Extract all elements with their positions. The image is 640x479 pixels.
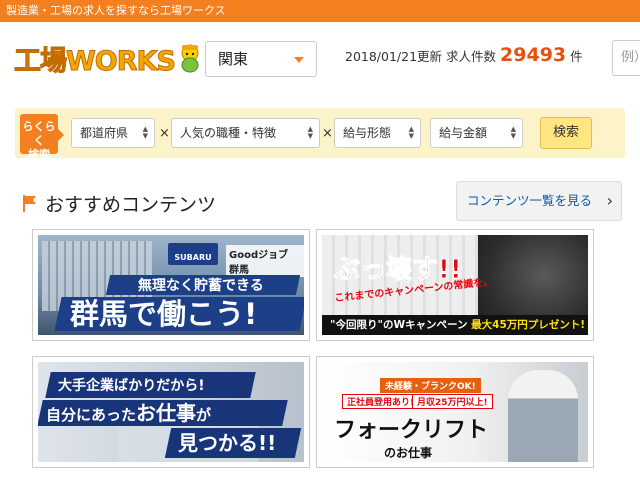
brand-name: SUBARU: [174, 253, 212, 262]
content-card-campaign[interactable]: ぶっ壊す!! これまでのキャンペーンの常識を。 "今回限り"のWキャンペーン 最…: [316, 229, 594, 341]
site-logo[interactable]: 工場WORKS: [14, 40, 203, 77]
banner-line1: 無理なく貯蓄できる: [138, 278, 264, 294]
flag-icon: [23, 195, 36, 212]
updated-date: 2018/01/21更新: [345, 49, 443, 64]
banner-line2: 自分にあったお仕事が: [46, 400, 211, 428]
times-sign: ×: [159, 126, 170, 141]
region-select[interactable]: 関東: [205, 41, 317, 77]
banner-tag: 正社員登用あり!: [342, 394, 420, 409]
subaru-logo: SUBARU: [168, 243, 218, 265]
banner-tag: 未経験・ブランクOK!: [380, 378, 481, 393]
site-tagline-bar: 製造業・工場の求人を探すなら工場ワークス: [0, 0, 640, 22]
worker-photo: [508, 370, 578, 462]
job-count: 29493: [500, 44, 567, 66]
salary-type-select-label: 給与形態: [343, 126, 392, 140]
updown-icon: ▲ ▼: [142, 125, 148, 140]
banner-image: 未経験・ブランクOK! 正社員登用あり! 月収25万円以上! フォークリフト の…: [322, 362, 588, 462]
keyword-search-placeholder: 例）: [621, 50, 640, 65]
updown-icon: ▲ ▼: [307, 125, 313, 140]
banner-bar-text: "今回限り"のWキャンペーン 最大45万円プレゼント!: [330, 317, 585, 332]
content-card-large-company[interactable]: 大手企業ばかりだから! 自分にあったお仕事が 見つかる!!: [32, 356, 310, 468]
banner-line2-c: が: [196, 406, 212, 424]
salary-amount-select[interactable]: 給与金額 ▲ ▼: [430, 118, 523, 148]
salary-amount-select-label: 給与金額: [439, 126, 488, 140]
prefecture-select-label: 都道府県: [80, 126, 129, 140]
banner-line2: のお仕事: [384, 446, 433, 460]
section-title-text: おすすめコンテンツ: [45, 194, 217, 216]
banner-line3: 見つかる!!: [178, 431, 277, 455]
easy-search-label-line1: らくらく: [22, 120, 56, 147]
easy-search-label-line2: 検索: [28, 148, 50, 161]
banner-tag: Goodジョブ 群馬: [226, 245, 304, 277]
banner-tag: 月収25万円以上!: [412, 394, 493, 409]
section-title: おすすめコンテンツ: [23, 190, 216, 217]
chevron-down-icon: [294, 57, 304, 63]
banner-bar-text-b: 最大45万円プレゼント!: [471, 319, 586, 331]
salary-type-select[interactable]: 給与形態 ▲ ▼: [334, 118, 421, 148]
banner-line1: フォークリフト: [334, 418, 489, 443]
banner-image: ぶっ壊す!! これまでのキャンペーンの常識を。 "今回限り"のWキャンペーン 最…: [322, 235, 588, 335]
region-value: 関東: [218, 50, 249, 68]
all-contents-label: コンテンツ一覧を見る: [467, 193, 593, 208]
easy-search-label: らくらく 検索: [20, 114, 64, 161]
banner-image: 大手企業ばかりだから! 自分にあったお仕事が 見つかる!!: [38, 362, 304, 462]
job-stats: 2018/01/21更新 求人件数 29493 件: [345, 44, 583, 66]
banner-line2-a: 自分にあった: [46, 406, 137, 424]
site-tagline: 製造業・工場の求人を探すなら工場ワークス: [6, 4, 226, 17]
times-sign: ×: [322, 126, 333, 141]
prefecture-select[interactable]: 都道府県 ▲ ▼: [71, 118, 155, 148]
all-contents-button[interactable]: コンテンツ一覧を見る ›: [456, 181, 622, 221]
logo-text: 工場WORKS: [14, 45, 177, 77]
keyword-search-input[interactable]: 例）: [612, 40, 640, 76]
search-button[interactable]: 検索: [540, 117, 592, 149]
banner-image: SUBARU Goodジョブ 群馬 無理なく貯蓄できる 群馬で働こう!: [38, 235, 304, 335]
updown-icon: ▲ ▼: [510, 125, 516, 140]
updown-icon: ▲ ▼: [408, 125, 414, 140]
job-type-select[interactable]: 人気の職種・特徴 ▲ ▼: [171, 118, 320, 148]
banner-line2-b: お仕事: [136, 401, 197, 425]
job-type-select-label: 人気の職種・特徴: [180, 126, 277, 140]
content-card-gunma[interactable]: SUBARU Goodジョブ 群馬 無理なく貯蓄できる 群馬で働こう!: [32, 229, 310, 341]
job-count-label: 求人件数: [446, 49, 497, 64]
banner-bar-text-a: "今回限り"のWキャンペーン: [330, 319, 468, 331]
banner-line2: 群馬で働こう!: [70, 297, 258, 331]
banner-line1: 大手企業ばかりだから!: [58, 378, 205, 394]
job-count-unit: 件: [570, 49, 583, 64]
chevron-right-icon: ›: [606, 191, 613, 210]
content-card-forklift[interactable]: 未経験・ブランクOK! 正社員登用あり! 月収25万円以上! フォークリフト の…: [316, 356, 594, 468]
mascot-icon: [181, 44, 199, 73]
